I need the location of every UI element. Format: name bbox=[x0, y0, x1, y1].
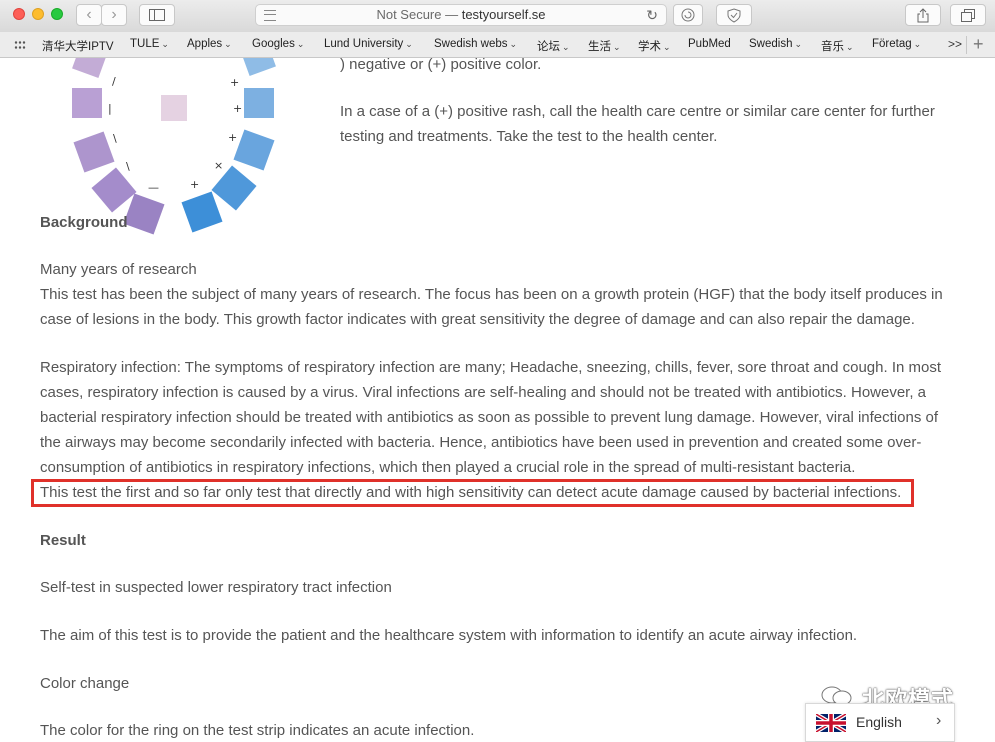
chevron-down-icon: ⌄ bbox=[663, 42, 671, 52]
forward-button[interactable]: › bbox=[101, 4, 127, 26]
tabs-icon bbox=[961, 8, 975, 22]
chevron-down-icon: ⌄ bbox=[913, 39, 922, 49]
respiratory-paragraph: Respiratory infection: The symptoms of r… bbox=[40, 359, 941, 476]
svg-text:|: | bbox=[108, 102, 112, 115]
url-domain: testyourself.se bbox=[461, 7, 546, 22]
chevron-down-icon: ⌄ bbox=[224, 39, 232, 49]
back-button[interactable]: ‹ bbox=[76, 4, 102, 26]
svg-text:\: \ bbox=[113, 132, 117, 145]
bookmark-3[interactable]: Googles ⌄ bbox=[252, 38, 304, 50]
bookmark-0[interactable]: 清华大学IPTV bbox=[42, 38, 114, 54]
shield-icon bbox=[727, 7, 741, 23]
rash-paragraph: In a case of a (+) positive rash, call t… bbox=[340, 103, 935, 145]
bookmark-5[interactable]: Swedish webs ⌄ bbox=[434, 38, 517, 50]
aim-text: The aim of this test is to provide the p… bbox=[40, 627, 858, 644]
chevron-down-icon: ⌄ bbox=[296, 39, 305, 49]
svg-text:+: + bbox=[230, 76, 239, 89]
color-change-heading: Color change bbox=[40, 675, 130, 692]
minimize-window-button[interactable] bbox=[32, 8, 44, 20]
sidebar-button[interactable] bbox=[139, 4, 175, 26]
intro-fragment: ) negative or (+) positive color. bbox=[340, 58, 542, 73]
grid-icon[interactable] bbox=[14, 40, 26, 50]
bookmark-7[interactable]: 生活 ⌄ bbox=[588, 38, 621, 54]
ring-marks: / | \ \ — + + + × + bbox=[108, 75, 242, 194]
bookmark-8[interactable]: 学术 ⌄ bbox=[638, 38, 671, 54]
chevron-right-icon: › bbox=[936, 712, 942, 729]
browser-titlebar: ‹ › Not Secure — testyourself.se ↻ bbox=[0, 0, 995, 32]
language-selector[interactable]: English › bbox=[805, 703, 955, 742]
chevron-left-icon: ‹ bbox=[86, 6, 92, 23]
tabs-overview-button[interactable] bbox=[950, 4, 986, 26]
svg-text:×: × bbox=[214, 159, 223, 172]
address-bar[interactable]: Not Secure — testyourself.se ↻ bbox=[255, 4, 667, 26]
reload-icon[interactable]: ↻ bbox=[646, 5, 658, 25]
fullscreen-window-button[interactable] bbox=[51, 8, 63, 20]
bookmark-11[interactable]: 音乐 ⌄ bbox=[821, 38, 854, 54]
security-status: Not Secure — bbox=[376, 7, 462, 22]
svg-text:+: + bbox=[233, 102, 242, 115]
bookmark-10[interactable]: Swedish ⌄ bbox=[749, 38, 802, 50]
chevron-down-icon: ⌄ bbox=[562, 42, 570, 52]
research-subheading: Many years of research bbox=[40, 261, 197, 278]
svg-text:+: + bbox=[228, 131, 237, 144]
bookmarks-bar: 清华大学IPTV TULE ⌄ Apples ⌄ Googles ⌄ Lund Uni… bbox=[0, 32, 995, 58]
language-label: English bbox=[856, 714, 902, 730]
bookmark-1[interactable]: TULE ⌄ bbox=[130, 38, 169, 50]
ring-squares bbox=[72, 58, 276, 235]
svg-text:\: \ bbox=[126, 160, 130, 173]
chevron-down-icon: ⌄ bbox=[794, 39, 803, 49]
chevron-down-icon: ⌄ bbox=[161, 39, 169, 49]
chevron-down-icon: ⌄ bbox=[405, 39, 413, 49]
new-tab-plus-icon[interactable]: + bbox=[973, 34, 984, 55]
svg-text:—: — bbox=[148, 181, 159, 194]
bookmarks-overflow-button[interactable]: >> bbox=[948, 37, 962, 51]
result-heading: Result bbox=[40, 532, 86, 549]
chevron-down-icon: ⌄ bbox=[613, 42, 621, 52]
share-button[interactable] bbox=[905, 4, 941, 26]
divider bbox=[966, 36, 967, 54]
reader-icon[interactable] bbox=[264, 10, 276, 21]
sidebar-icon bbox=[149, 9, 165, 21]
shield-button[interactable] bbox=[716, 4, 752, 26]
bookmark-12[interactable]: Företag ⌄ bbox=[872, 38, 921, 50]
bookmark-6[interactable]: 论坛 ⌄ bbox=[537, 38, 570, 54]
bookmark-9[interactable]: PubMed bbox=[688, 38, 731, 50]
extension-button[interactable] bbox=[673, 4, 703, 26]
highlight-box bbox=[31, 479, 914, 507]
svg-text:/: / bbox=[112, 75, 116, 88]
page-content: / | \ \ — + + + × + ) negative or (+) po… bbox=[0, 58, 995, 742]
chevron-right-icon: › bbox=[111, 6, 117, 23]
uk-flag-icon bbox=[816, 714, 846, 732]
research-paragraph: This test has been the subject of many y… bbox=[40, 286, 943, 328]
bookmark-4[interactable]: Lund University ⌄ bbox=[324, 38, 413, 50]
background-heading: Background bbox=[40, 214, 128, 231]
bookmark-2[interactable]: Apples ⌄ bbox=[187, 38, 232, 50]
chevron-down-icon: ⌄ bbox=[846, 42, 854, 52]
refresh-circle-icon bbox=[681, 8, 695, 22]
chevron-down-icon: ⌄ bbox=[509, 39, 518, 49]
selftest-text: Self-test in suspected lower respiratory… bbox=[40, 579, 392, 596]
share-icon bbox=[917, 7, 929, 22]
close-window-button[interactable] bbox=[13, 8, 25, 20]
svg-text:+: + bbox=[190, 178, 199, 191]
